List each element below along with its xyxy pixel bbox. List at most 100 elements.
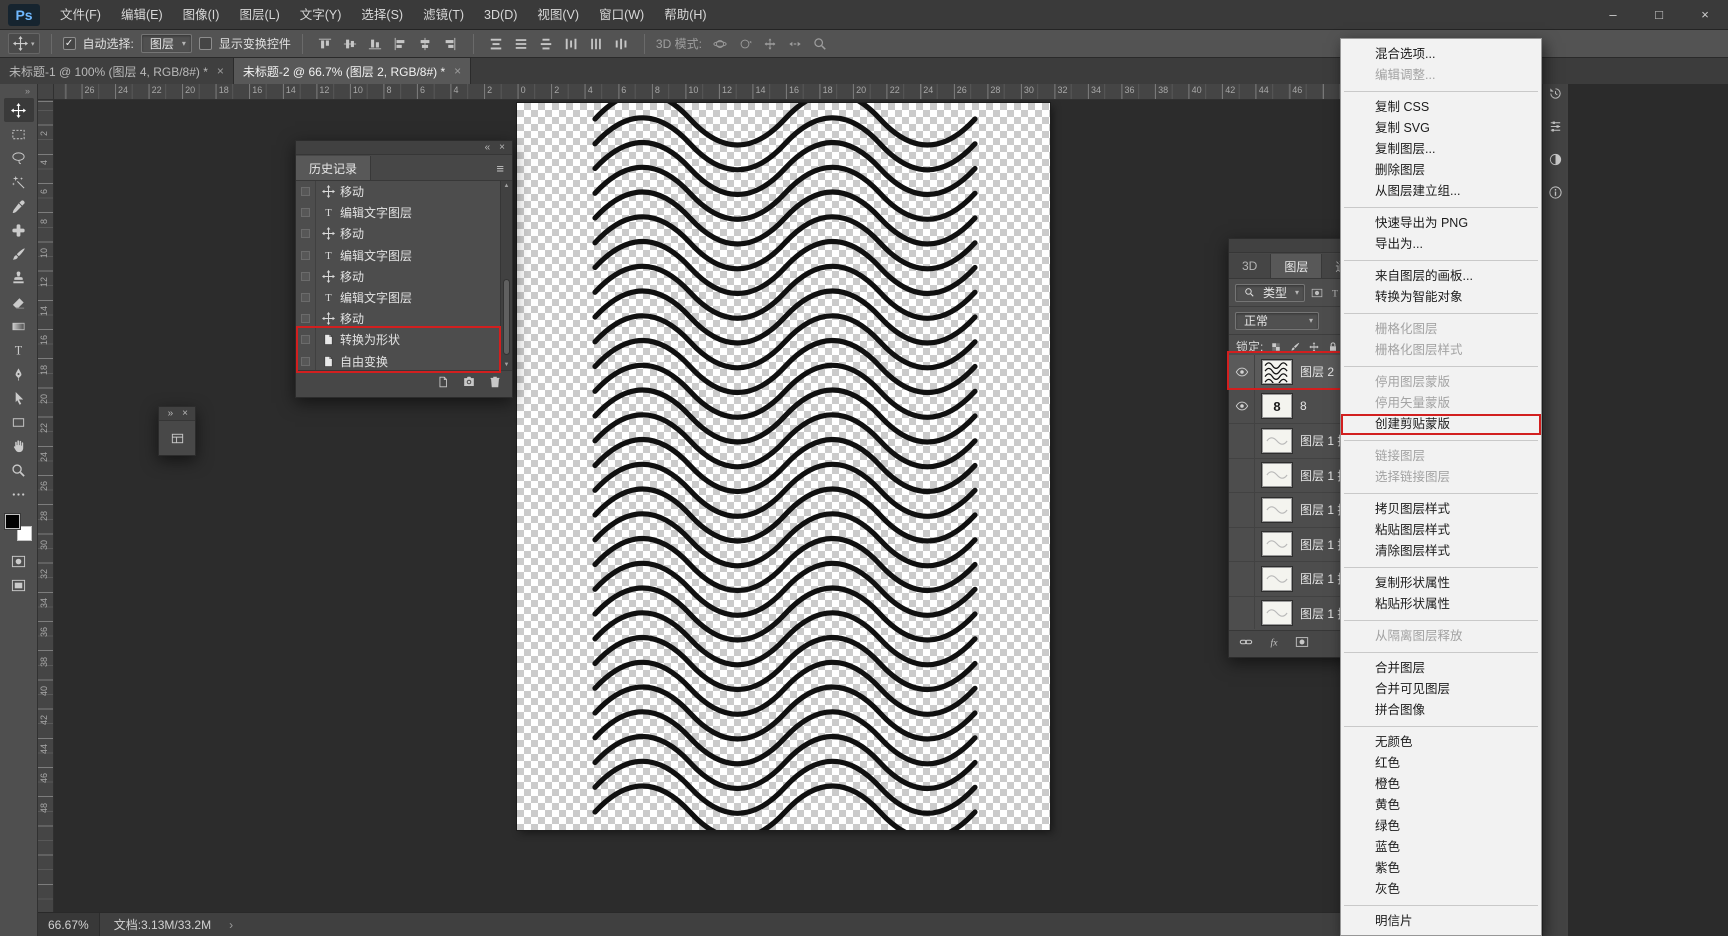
info-panel-button[interactable] [1548,185,1563,205]
history-source-well[interactable] [296,244,316,266]
history-state[interactable]: 移动 [296,265,500,287]
menubar-item[interactable]: 帮助(H) [654,0,716,30]
tab-close-icon[interactable]: × [454,64,461,78]
context-menu-item[interactable]: 灰色 [1341,879,1541,900]
maximize-button[interactable]: □ [1636,0,1682,29]
context-menu-item[interactable]: 橙色 [1341,774,1541,795]
status-options-chevron-icon[interactable]: › [225,918,237,932]
context-menu-item[interactable]: 删除图层 [1341,160,1541,181]
layer-thumbnail[interactable] [1262,497,1292,522]
quick-mask-button[interactable] [4,549,34,573]
context-menu-item[interactable]: 紫色 [1341,858,1541,879]
layer-thumbnail[interactable] [1262,566,1292,591]
context-menu-item[interactable]: 拼合图像 [1341,700,1541,721]
context-menu-item[interactable]: 复制图层... [1341,139,1541,160]
move-tool[interactable] [3,98,34,122]
3d-orbit-button[interactable] [709,33,732,54]
align-bottom-button[interactable] [364,33,387,54]
menubar-item[interactable]: 编辑(E) [111,0,173,30]
marquee-tool[interactable] [4,122,34,146]
history-source-well[interactable] [296,181,316,203]
context-menu-item[interactable]: 红色 [1341,753,1541,774]
distribute-top-button[interactable] [485,33,508,54]
menubar-item[interactable]: 选择(S) [351,0,413,30]
ruler-corner[interactable] [38,84,54,100]
menubar-item[interactable]: 图像(I) [173,0,230,30]
expand-panel-icon[interactable]: » [168,408,174,419]
eyedropper-tool[interactable] [4,194,34,218]
visibility-empty-well[interactable] [1229,596,1255,629]
context-menu-item[interactable]: 混合选项... [1341,44,1541,65]
panel-grid-icon[interactable] [170,431,185,446]
context-menu-item[interactable]: 合并图层 [1341,658,1541,679]
context-menu-item[interactable]: 明信片 [1341,911,1541,932]
screen-mode-button[interactable] [4,573,34,597]
layer-thumbnail[interactable] [1262,359,1292,384]
layer-thumbnail[interactable] [1262,601,1292,626]
distribute-vcenter-button[interactable] [510,33,533,54]
document-tab[interactable]: 未标题-2 @ 66.7% (图层 2, RGB/8#) * × [233,58,472,84]
edit-toolbar[interactable] [4,482,34,506]
tab-close-icon[interactable]: × [217,64,224,78]
brush-tool[interactable] [4,242,34,266]
close-icon[interactable]: × [182,408,188,419]
distribute-hcenter-button[interactable] [585,33,608,54]
history-source-well[interactable] [296,350,316,370]
3d-roll-button[interactable] [734,33,757,54]
context-menu-item[interactable]: 创建剪贴蒙版 [1341,414,1541,435]
adjustments-panel-button[interactable] [1548,152,1563,172]
context-menu-item[interactable]: 复制形状属性 [1341,573,1541,594]
history-source-well[interactable] [296,329,316,351]
history-state[interactable]: 自由变换 [296,350,500,370]
gradient-tool[interactable] [4,314,34,338]
visibility-empty-well[interactable] [1229,424,1255,458]
align-top-button[interactable] [314,33,337,54]
history-source-well[interactable] [296,265,316,287]
context-menu-item[interactable]: 快速导出为 PNG [1341,213,1541,234]
history-state[interactable]: 转换为形状 [296,329,500,351]
link-layers-button[interactable] [1239,635,1253,654]
3d-zoom-button[interactable] [809,33,832,54]
auto-select-checkbox[interactable] [62,37,76,50]
tab-history[interactable]: 历史记录 [296,156,372,180]
context-menu-item[interactable]: 黄色 [1341,795,1541,816]
visibility-empty-well[interactable] [1229,562,1255,596]
active-tool-badge[interactable]: ▾ [8,33,40,54]
3d-pan-button[interactable] [759,33,782,54]
history-scrollbar[interactable]: ▲ ▼ [500,181,512,370]
3d-slide-button[interactable] [784,33,807,54]
history-source-well[interactable] [296,308,316,330]
visibility-eye-icon[interactable] [1229,389,1255,423]
context-menu-item[interactable]: 拷贝图层样式 [1341,499,1541,520]
context-menu-item[interactable]: 转换为智能对象 [1341,287,1541,308]
align-left-button[interactable] [389,33,412,54]
canvas[interactable] [517,103,1050,830]
context-menu-item[interactable]: 清除图层样式 [1341,541,1541,562]
shape-tool[interactable] [4,410,34,434]
align-hcenter-button[interactable] [414,33,437,54]
lock-pixels-icon[interactable] [1289,341,1301,353]
context-menu-item[interactable]: 绿色 [1341,816,1541,837]
align-right-button[interactable] [439,33,462,54]
delete-state-button[interactable] [488,375,502,394]
distribute-bottom-button[interactable] [535,33,558,54]
minimize-button[interactable]: – [1590,0,1636,29]
context-menu-item[interactable]: 无颜色 [1341,732,1541,753]
tab-layers-active[interactable]: 图层 [1271,254,1323,278]
layer-thumbnail[interactable]: 8 [1262,394,1292,419]
align-vcenter-button[interactable] [339,33,362,54]
history-state[interactable]: T 编辑文字图层 [296,202,500,224]
visibility-empty-well[interactable] [1229,458,1255,492]
close-icon[interactable]: × [499,142,505,153]
document-tab[interactable]: 未标题-1 @ 100% (图层 4, RGB/8#) * × [0,58,234,84]
history-source-well[interactable] [296,223,316,245]
context-menu-item[interactable]: 导出为... [1341,234,1541,255]
blend-mode-dropdown[interactable]: 正常 ▾ [1235,311,1319,330]
auto-select-target-dropdown[interactable]: 图层 ▾ [140,34,192,53]
context-menu-item[interactable]: 从图层建立组... [1341,181,1541,202]
distribute-right-button[interactable] [610,33,633,54]
scrollbar-thumb[interactable] [503,279,510,355]
menubar-item[interactable]: 视图(V) [527,0,589,30]
context-menu-item[interactable]: 复制 SVG [1341,118,1541,139]
history-panel-button[interactable] [1548,86,1563,106]
